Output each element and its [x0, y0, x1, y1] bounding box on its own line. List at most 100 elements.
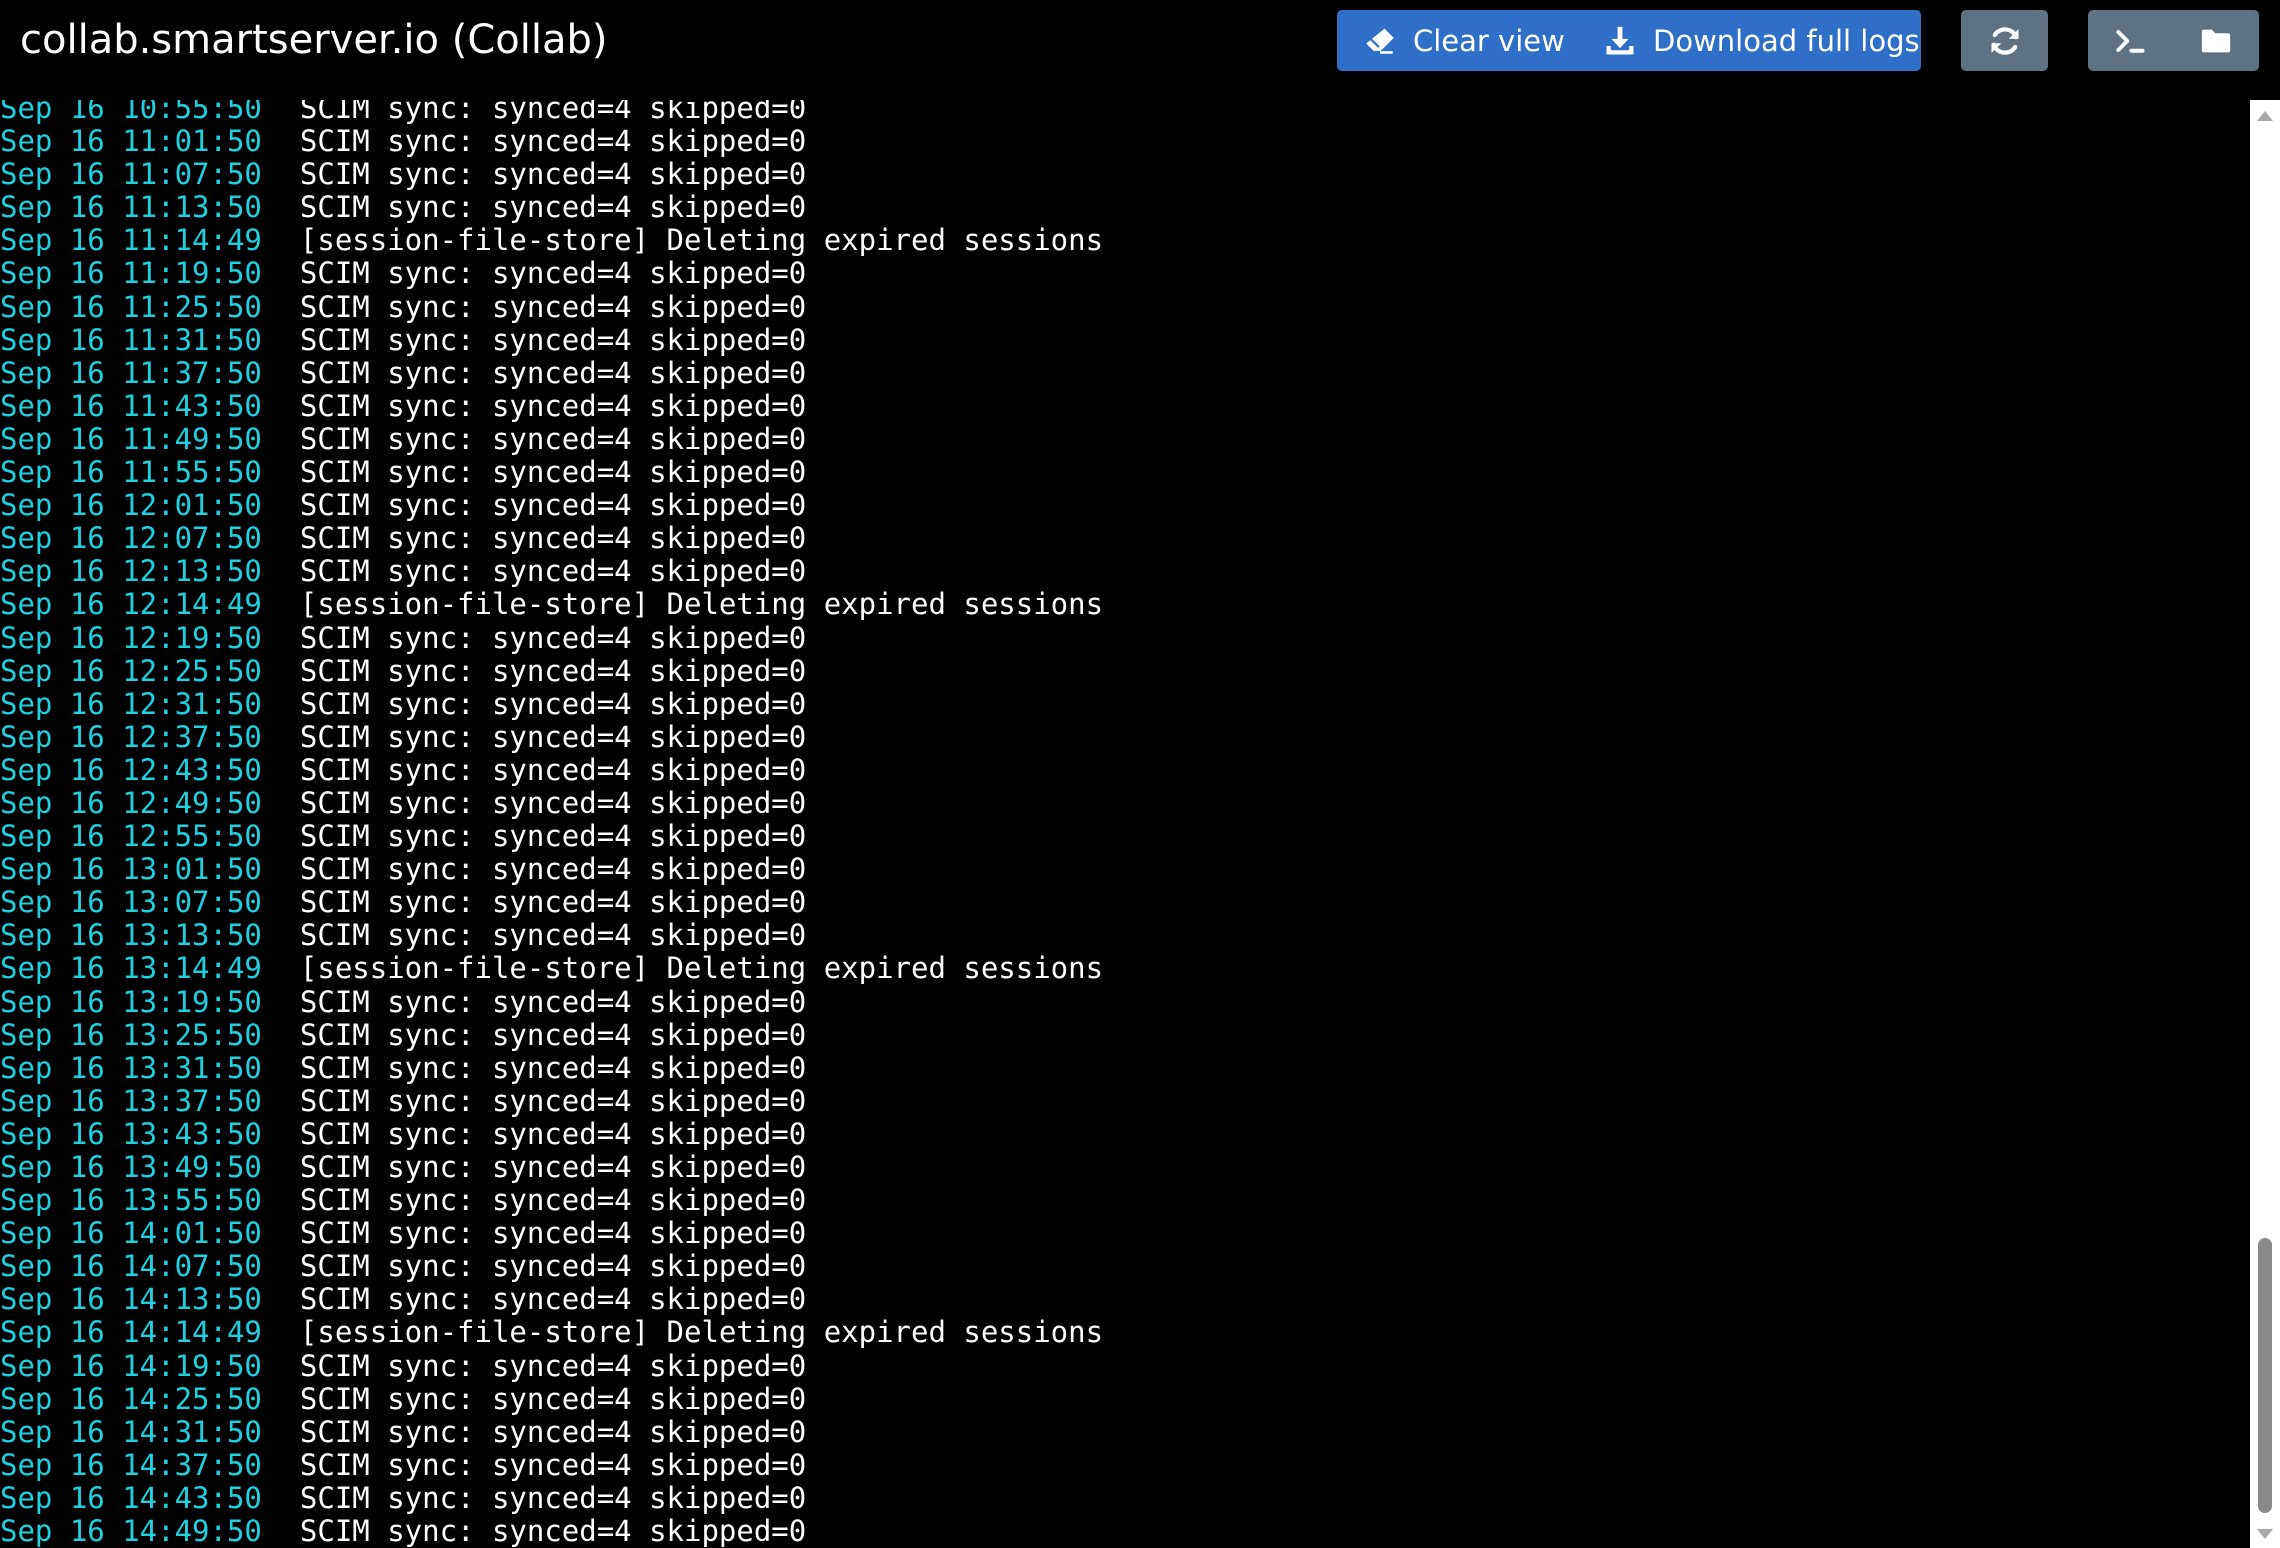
log-message: [session-file-store] Deleting expired se…	[299, 1315, 1104, 1350]
log-timestamp: Sep 16 11:07:50	[0, 157, 262, 192]
log-line: Sep 16 11:49:50 SCIM sync: synced=4 skipp…	[0, 421, 1103, 456]
log-message: SCIM sync: synced=4 skipped=0	[299, 1216, 807, 1251]
log-timestamp: Sep 16 13:49:50	[0, 1150, 262, 1184]
log-line: Sep 16 14:49:50 SCIM sync: synced=4 skipp…	[0, 1514, 1103, 1548]
log-timestamp: Sep 16 11:31:50	[0, 322, 262, 357]
clear-view-button[interactable]: Clear view	[1337, 10, 1591, 71]
log-message: SCIM sync: synced=4 skipped=0	[299, 984, 807, 1019]
log-timestamp: Sep 16 12:31:50	[0, 686, 262, 721]
log-timestamp: Sep 16 12:55:50	[0, 819, 262, 854]
log-line: Sep 16 12:14:49 [session-file-store] Dele…	[0, 588, 1103, 621]
log-message: SCIM sync: synced=4 skipped=0	[299, 455, 807, 490]
log-line: Sep 16 14:14:49 [session-file-store] Dele…	[0, 1316, 1103, 1349]
log-message: SCIM sync: synced=4 skipped=0	[299, 1282, 807, 1317]
log-line: Sep 16 13:37:50 SCIM sync: synced=4 skipp…	[0, 1083, 1103, 1118]
log-timestamp: Sep 16 11:49:50	[0, 421, 262, 456]
log-line: Sep 16 11:55:50 SCIM sync: synced=4 skipp…	[0, 455, 1103, 490]
log-line: Sep 16 10:55:50 SCIM sync: synced=4 skipp…	[0, 100, 1103, 125]
log-line: Sep 16 13:14:49 [session-file-store] Dele…	[0, 952, 1103, 985]
log-line: Sep 16 13:49:50 SCIM sync: synced=4 skipp…	[0, 1150, 1103, 1184]
log-timestamp: Sep 16 12:25:50	[0, 653, 262, 688]
log-message: SCIM sync: synced=4 skipped=0	[299, 1381, 807, 1416]
log-message: SCIM sync: synced=4 skipped=0	[299, 355, 807, 390]
log-line: Sep 16 12:43:50 SCIM sync: synced=4 skipp…	[0, 752, 1103, 787]
log-line: Sep 16 12:13:50 SCIM sync: synced=4 skipp…	[0, 555, 1103, 588]
log-message: SCIM sync: synced=4 skipped=0	[299, 1414, 807, 1449]
log-message: SCIM sync: synced=4 skipped=0	[299, 1447, 807, 1482]
scrollbar-thumb[interactable]	[2258, 1238, 2272, 1513]
log-timestamp: Sep 16 12:43:50	[0, 752, 262, 787]
log-scrollbar[interactable]	[2250, 100, 2280, 1548]
log-line: Sep 16 11:07:50 SCIM sync: synced=4 skipp…	[0, 158, 1103, 191]
log-message: SCIM sync: synced=4 skipped=0	[299, 190, 807, 225]
log-timestamp: Sep 16 12:19:50	[0, 620, 262, 655]
log-message: SCIM sync: synced=4 skipped=0	[299, 1183, 807, 1218]
log-message: SCIM sync: synced=4 skipped=0	[299, 885, 807, 920]
log-timestamp: Sep 16 12:37:50	[0, 719, 262, 754]
log-timestamp: Sep 16 11:14:49	[0, 223, 262, 258]
tools-button-group	[2088, 10, 2259, 71]
log-timestamp: Sep 16 11:55:50	[0, 455, 262, 490]
log-line: Sep 16 13:01:50 SCIM sync: synced=4 skipp…	[0, 853, 1103, 886]
primary-button-group: Clear view Download full logs	[1337, 10, 1921, 71]
log-timestamp: Sep 16 12:13:50	[0, 554, 262, 589]
log-line: Sep 16 13:07:50 SCIM sync: synced=4 skipp…	[0, 886, 1103, 919]
log-line: Sep 16 14:25:50 SCIM sync: synced=4 skipp…	[0, 1381, 1103, 1416]
log-line: Sep 16 12:19:50 SCIM sync: synced=4 skipp…	[0, 620, 1103, 655]
log-message: SCIM sync: synced=4 skipped=0	[299, 157, 807, 192]
download-full-logs-button[interactable]: Download full logs	[1591, 10, 1920, 71]
log-line: Sep 16 14:31:50 SCIM sync: synced=4 skipp…	[0, 1414, 1103, 1449]
log-timestamp: Sep 16 11:13:50	[0, 190, 262, 225]
log-timestamp: Sep 16 12:49:50	[0, 785, 262, 820]
log-line: Sep 16 11:31:50 SCIM sync: synced=4 skipp…	[0, 322, 1103, 357]
log-timestamp: Sep 16 14:25:50	[0, 1381, 262, 1416]
log-message: SCIM sync: synced=4 skipped=0	[299, 521, 807, 556]
folder-icon	[2199, 24, 2233, 58]
log-line: Sep 16 14:07:50 SCIM sync: synced=4 skipp…	[0, 1250, 1103, 1283]
terminal-icon	[2113, 23, 2149, 59]
log-line: Sep 16 11:37:50 SCIM sync: synced=4 skipp…	[0, 355, 1103, 390]
log-message: SCIM sync: synced=4 skipped=0	[299, 554, 807, 589]
log-message: SCIM sync: synced=4 skipped=0	[299, 1249, 807, 1284]
log-line: Sep 16 11:13:50 SCIM sync: synced=4 skipp…	[0, 191, 1103, 224]
folder-button[interactable]	[2174, 10, 2259, 71]
page-title: collab.smartserver.io (Collab)	[20, 17, 608, 63]
log-message: SCIM sync: synced=4 skipped=0	[299, 653, 807, 688]
log-timestamp: Sep 16 14:43:50	[0, 1480, 262, 1515]
log-line: Sep 16 11:19:50 SCIM sync: synced=4 skipp…	[0, 257, 1103, 290]
log-message: SCIM sync: synced=4 skipped=0	[299, 124, 807, 159]
log-timestamp: Sep 16 13:37:50	[0, 1083, 262, 1118]
refresh-button[interactable]	[1961, 10, 2048, 71]
log-timestamp: Sep 16 11:43:50	[0, 388, 262, 423]
eraser-icon	[1363, 24, 1397, 58]
log-message: SCIM sync: synced=4 skipped=0	[299, 322, 807, 357]
download-full-logs-label: Download full logs	[1653, 23, 1920, 58]
log-message: SCIM sync: synced=4 skipped=0	[299, 256, 807, 291]
log-line: Sep 16 14:01:50 SCIM sync: synced=4 skipp…	[0, 1217, 1103, 1250]
log-line: Sep 16 12:49:50 SCIM sync: synced=4 skipp…	[0, 785, 1103, 820]
log-line: Sep 16 13:55:50 SCIM sync: synced=4 skipp…	[0, 1184, 1103, 1217]
log-message: SCIM sync: synced=4 skipped=0	[299, 1514, 807, 1548]
log-line: Sep 16 13:43:50 SCIM sync: synced=4 skipp…	[0, 1117, 1103, 1151]
log-timestamp: Sep 16 14:13:50	[0, 1282, 262, 1317]
log-output-area[interactable]: Sep 16 10:55:50 SCIM sync: synced=4 skipp…	[0, 100, 2250, 1548]
log-line: Sep 16 12:01:50 SCIM sync: synced=4 skipp…	[0, 489, 1103, 522]
log-timestamp: Sep 16 11:01:50	[0, 124, 262, 159]
log-message: SCIM sync: synced=4 skipped=0	[299, 421, 807, 456]
log-timestamp: Sep 16 10:55:50	[0, 100, 262, 125]
log-message: SCIM sync: synced=4 skipped=0	[299, 1050, 807, 1085]
log-line: Sep 16 13:25:50 SCIM sync: synced=4 skipp…	[0, 1018, 1103, 1052]
log-timestamp: Sep 16 11:19:50	[0, 256, 262, 291]
log-message: SCIM sync: synced=4 skipped=0	[299, 1150, 807, 1184]
log-timestamp: Sep 16 11:37:50	[0, 355, 262, 390]
scroll-down-arrow-icon[interactable]	[2257, 1529, 2273, 1539]
log-message: SCIM sync: synced=4 skipped=0	[299, 852, 807, 887]
log-line: Sep 16 13:31:50 SCIM sync: synced=4 skipp…	[0, 1050, 1103, 1085]
header-bar: collab.smartserver.io (Collab) Clear vie…	[0, 0, 2280, 100]
log-line: Sep 16 11:14:49 [session-file-store] Dele…	[0, 224, 1103, 257]
scroll-up-arrow-icon[interactable]	[2257, 111, 2273, 121]
log-line: Sep 16 11:25:50 SCIM sync: synced=4 skipp…	[0, 289, 1103, 324]
log-message: SCIM sync: synced=4 skipped=0	[299, 785, 807, 820]
log-timestamp: Sep 16 11:25:50	[0, 289, 262, 324]
terminal-button[interactable]	[2089, 10, 2174, 71]
